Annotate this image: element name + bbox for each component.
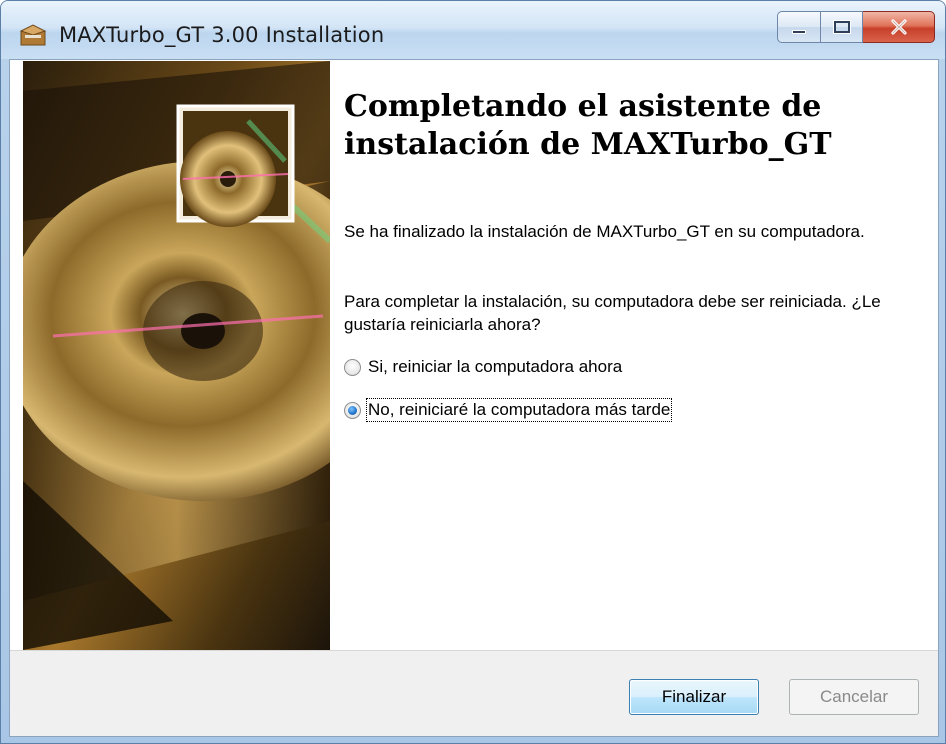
- cd-disc-banner: [23, 61, 330, 650]
- restart-now-label[interactable]: Si, reiniciar la computadora ahora: [368, 357, 622, 377]
- maximize-icon: [832, 20, 851, 34]
- banner-artwork: [23, 61, 330, 650]
- minimize-icon: [792, 30, 806, 34]
- minimize-button[interactable]: [777, 11, 821, 43]
- maximize-button[interactable]: [821, 11, 863, 43]
- restart-now-radio[interactable]: [344, 358, 361, 376]
- button-bar: Finalizar Cancelar: [10, 650, 938, 736]
- close-button[interactable]: [863, 11, 935, 43]
- installer-window: MAXTurbo_GT 3.00 Installation Completand…: [0, 0, 946, 744]
- window-title: MAXTurbo_GT 3.00 Installation: [59, 23, 385, 47]
- completion-message: Se ha finalizado la instalación de MAXTu…: [344, 222, 865, 241]
- installer-box-icon: [19, 24, 47, 46]
- cancel-button[interactable]: Cancelar: [789, 679, 919, 715]
- wizard-content: Completando el asistente de instalación …: [344, 60, 934, 650]
- restart-later-option[interactable]: No, reiniciaré la computadora más tarde: [344, 398, 673, 422]
- page-title: Completando el asistente de instalación …: [344, 89, 832, 162]
- restart-prompt: Para completar la instalación, su comput…: [344, 292, 881, 334]
- caption-buttons: [777, 11, 935, 43]
- finish-button[interactable]: Finalizar: [629, 679, 759, 715]
- restart-now-option[interactable]: Si, reiniciar la computadora ahora: [344, 357, 622, 377]
- restart-later-radio[interactable]: [344, 401, 361, 419]
- restart-later-label[interactable]: No, reiniciaré la computadora más tarde: [365, 398, 673, 422]
- wizard-client-area: Completando el asistente de instalación …: [9, 59, 939, 737]
- close-icon: [890, 19, 907, 35]
- title-bar[interactable]: MAXTurbo_GT 3.00 Installation: [1, 1, 945, 59]
